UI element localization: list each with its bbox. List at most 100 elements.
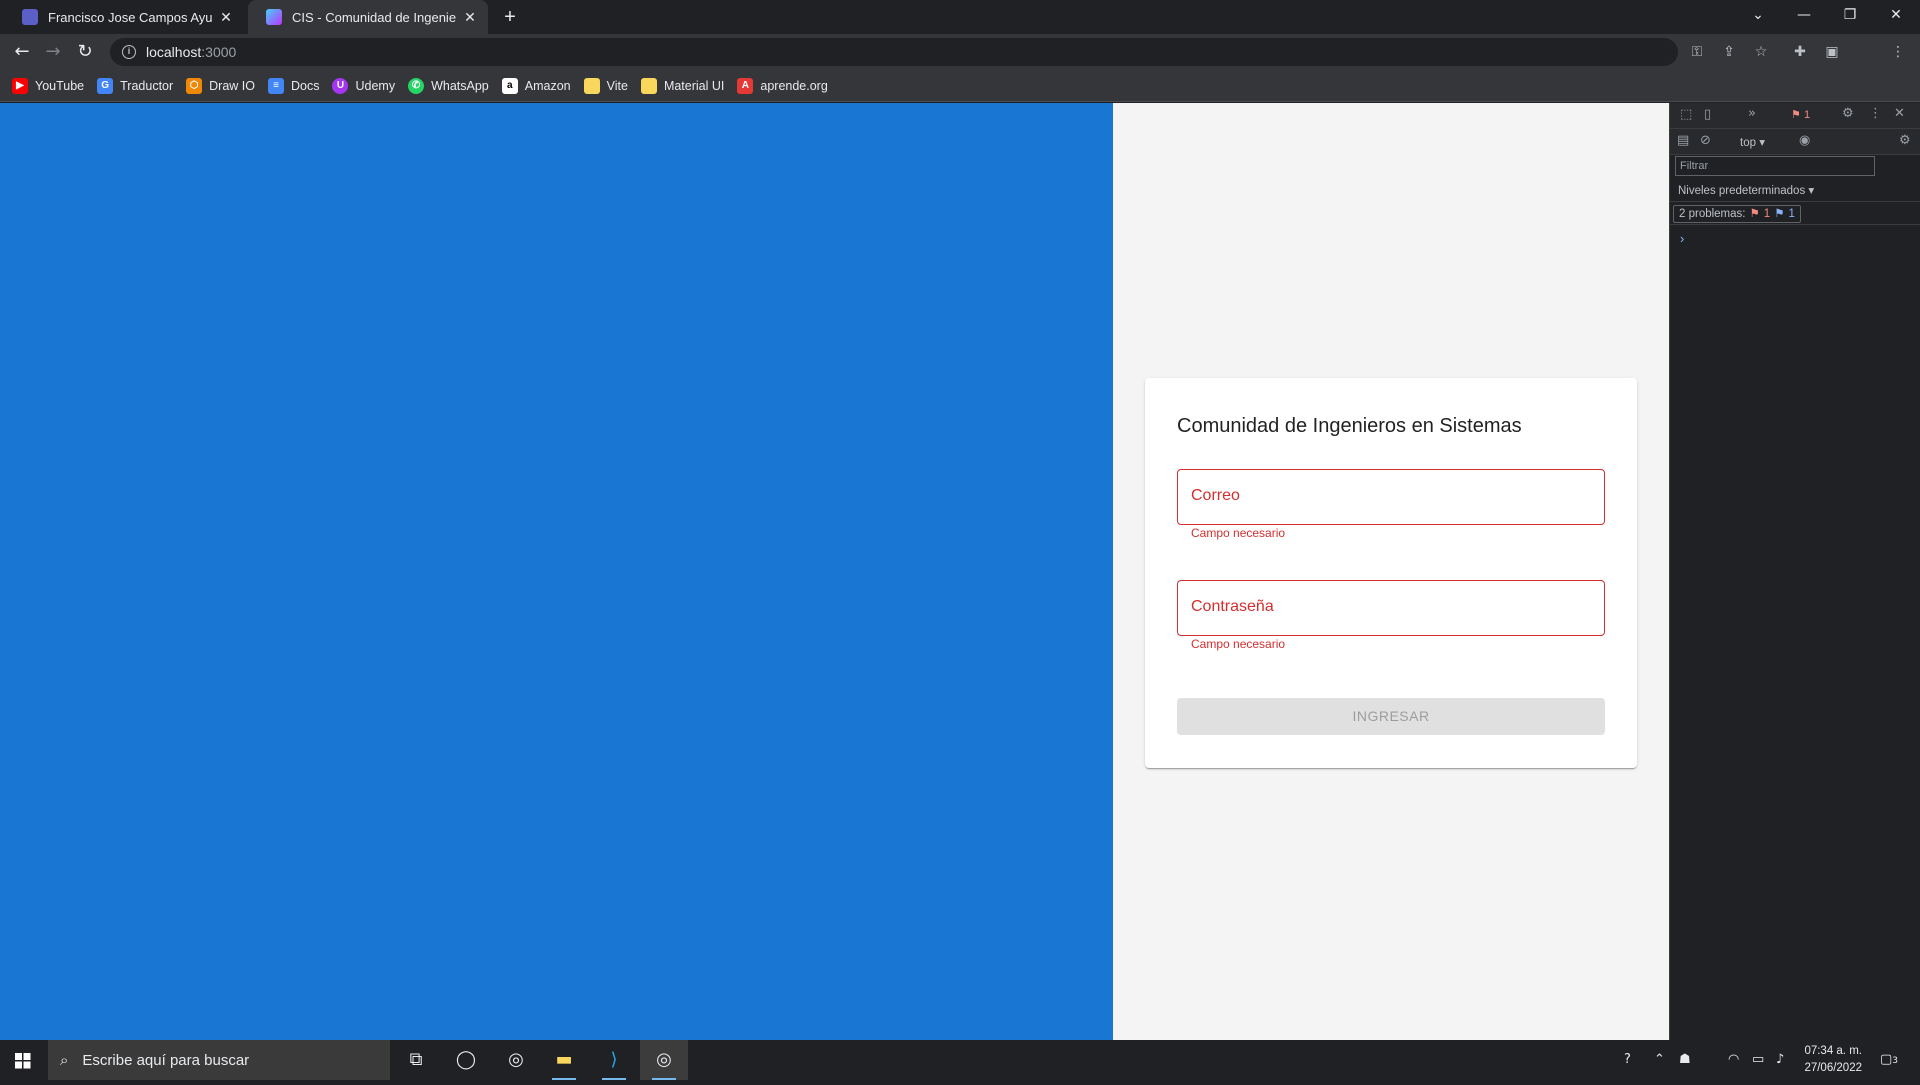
bookmark-amazon[interactable]: a Amazon <box>501 74 571 98</box>
chevron-up-icon[interactable]: ⌃ <box>1654 1040 1665 1080</box>
url-port: :3000 <box>201 44 237 60</box>
bookmark-vite[interactable]: Vite <box>583 74 628 98</box>
problems-button[interactable]: 2 problemas: ⚑ 1 ⚑ 1 <box>1673 205 1801 223</box>
device-toggle-icon[interactable]: ▯ <box>1704 107 1711 122</box>
taskbar-search[interactable]: ⌕ Escribe aquí para buscar <box>48 1040 390 1080</box>
tab-title: Francisco Jose Campos Ayuso | M <box>48 9 212 25</box>
password-field[interactable]: Contraseña <box>1177 580 1605 636</box>
windows-icon <box>15 1053 31 1069</box>
bookmark-whatsapp[interactable]: ✆ WhatsApp <box>408 74 489 98</box>
udemy-icon: U <box>332 77 349 94</box>
close-icon[interactable]: ✕ <box>1894 106 1905 121</box>
levels-dropdown[interactable]: Niveles predeterminados ▾ <box>1678 183 1814 197</box>
error-badge[interactable]: ⚑ 1 <box>1791 108 1810 121</box>
password-helper-text: Campo necesario <box>1191 637 1286 651</box>
devtools-panel: ⬚ ▯ » ⚑ 1 ⚙ ⋮ ✕ ▤ ⊘ top ▾ ◉ ⚙ Filtrar Ni… <box>1669 103 1920 1040</box>
console-filter-input[interactable]: Filtrar <box>1675 156 1875 176</box>
more-vert-icon[interactable]: ⋮ <box>1869 106 1882 121</box>
bookmark-docs[interactable]: ≡ Docs <box>268 74 319 98</box>
bookmark-traductor[interactable]: G Traductor <box>97 74 173 98</box>
error-flag-icon: ⚑ <box>1791 109 1801 121</box>
notifications-icon[interactable]: ▢3 <box>1880 1040 1898 1080</box>
more-vert-icon[interactable]: ⋮ <box>1888 42 1908 62</box>
docs-icon: ≡ <box>268 77 284 94</box>
card-title: Comunidad de Ingenieros en Sistemas <box>1177 415 1522 437</box>
sidebar-toggle-icon[interactable]: ▤ <box>1677 133 1689 148</box>
network-icon[interactable]: ◠ <box>1728 1040 1739 1080</box>
whatsapp-icon: ✆ <box>408 77 425 94</box>
login-card: Comunidad de Ingenieros en Sistemas Corr… <box>1145 378 1637 768</box>
console-prompt[interactable]: › <box>1680 231 1684 246</box>
aprende-icon: A <box>737 77 754 94</box>
drawio-icon: ⬡ <box>186 77 203 94</box>
close-window-button[interactable]: ✕ <box>1873 0 1919 30</box>
email-field[interactable]: Correo <box>1177 469 1605 525</box>
clear-console-icon[interactable]: ⊘ <box>1700 133 1711 148</box>
reload-icon[interactable]: ↻ <box>71 38 99 66</box>
chrome-active-icon[interactable]: ◎ <box>640 1040 688 1080</box>
taskbar: ⌕ Escribe aquí para buscar ⧉ ◯ ◎ ▬ ⟩ ◎ ?… <box>0 1040 1920 1080</box>
tab-cis[interactable]: CIS - Comunidad de Ingenieros e ✕ <box>248 0 488 34</box>
submit-button[interactable]: INGRESAR <box>1177 698 1605 735</box>
info-icon[interactable]: i <box>122 45 136 59</box>
teams-icon <box>22 9 38 25</box>
bookmark-udemy[interactable]: U Udemy <box>332 74 395 98</box>
inspect-icon[interactable]: ⬚ <box>1680 107 1692 122</box>
file-explorer-icon[interactable]: ▬ <box>540 1040 588 1080</box>
url-host: localhost <box>146 44 202 60</box>
console-toolbar: ▤ ⊘ top ▾ ◉ ⚙ <box>1670 129 1920 155</box>
star-icon[interactable]: ☆ <box>1751 42 1771 62</box>
extensions-icon[interactable]: ✚ <box>1790 42 1810 62</box>
error-flag-icon: ⚑ <box>1749 208 1760 220</box>
tab-teams[interactable]: Francisco Jose Campos Ayuso | M ✕ <box>4 0 244 34</box>
amazon-icon: a <box>501 77 518 94</box>
teams-tray-icon[interactable]: ☗ <box>1679 1040 1691 1080</box>
settings-gear-icon[interactable]: ⚙ <box>1899 133 1911 148</box>
clock-date: 27/06/2022 <box>1804 1062 1862 1074</box>
bookmark-material-ui[interactable]: Material UI <box>640 74 724 98</box>
folder-icon <box>640 77 657 94</box>
chrome-icon[interactable]: ◎ <box>492 1040 540 1080</box>
side-panel-icon[interactable]: ▣ <box>1822 42 1842 62</box>
search-icon: ⌕ <box>60 1051 69 1069</box>
info-flag-icon: ⚑ <box>1774 208 1785 220</box>
context-select[interactable]: top ▾ <box>1740 135 1765 149</box>
bookmark-drawio[interactable]: ⬡ Draw IO <box>186 74 255 98</box>
tab-strip: Francisco Jose Campos Ayuso | M ✕ CIS - … <box>0 0 1920 34</box>
start-button[interactable] <box>0 1040 46 1080</box>
vscode-icon[interactable]: ⟩ <box>590 1040 638 1080</box>
folder-icon <box>583 77 600 94</box>
more-tabs-icon[interactable]: » <box>1748 106 1756 121</box>
clock-time: 07:34 a. m. <box>1804 1045 1862 1057</box>
browser-toolbar: ← → ↻ i localhost:3000 ⚿ ⇪ ☆ ✚ ▣ ⋮ <box>0 34 1920 96</box>
battery-icon[interactable]: ▭ <box>1752 1040 1764 1080</box>
help-icon[interactable]: ? <box>1624 1040 1631 1080</box>
page-viewport: Comunidad de Ingenieros en Sistemas Corr… <box>0 103 1669 1040</box>
new-tab-button[interactable]: + <box>498 5 522 29</box>
back-arrow-icon[interactable]: ← <box>8 38 36 66</box>
gear-icon[interactable]: ⚙ <box>1842 106 1854 121</box>
share-icon[interactable]: ⇪ <box>1719 42 1739 62</box>
close-icon[interactable]: ✕ <box>218 9 234 25</box>
address-bar[interactable]: i localhost:3000 <box>110 38 1678 66</box>
email-label: Correo <box>1191 487 1240 504</box>
key-icon[interactable]: ⚿ <box>1687 42 1707 62</box>
bookmark-youtube[interactable]: ▶ YouTube <box>12 74 84 98</box>
github-icon[interactable]: ◯ <box>442 1040 490 1080</box>
minimize-button[interactable]: — <box>1781 0 1827 30</box>
forward-arrow-icon[interactable]: → <box>39 38 67 66</box>
bookmark-aprende[interactable]: Aaprende.org <box>737 74 828 98</box>
restore-button[interactable]: ❐ <box>1827 0 1873 30</box>
close-icon[interactable]: ✕ <box>462 9 478 25</box>
volume-icon[interactable]: ♪ <box>1776 1040 1784 1080</box>
password-label: Contraseña <box>1191 598 1274 615</box>
hero-panel <box>0 103 1113 1040</box>
youtube-icon: ▶ <box>12 77 28 94</box>
clock[interactable]: 07:34 a. m. 27/06/2022 <box>1804 1043 1862 1077</box>
eye-icon[interactable]: ◉ <box>1799 133 1810 148</box>
bookmarks-bar: ▶ YouTube G Traductor ⬡ Draw IO ≡ Docs U Udem… <box>0 70 1920 102</box>
email-helper-text: Campo necesario <box>1191 526 1286 540</box>
translate-icon: G <box>97 77 114 94</box>
chevron-down-icon[interactable]: ⌄ <box>1735 0 1781 30</box>
task-view-icon[interactable]: ⧉ <box>392 1040 440 1080</box>
